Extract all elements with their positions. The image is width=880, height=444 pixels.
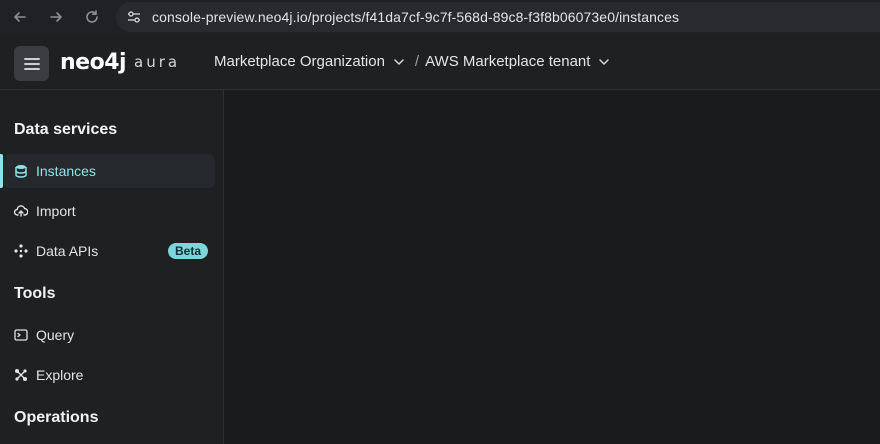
sidebar-item-label: Query [36,327,75,343]
tune-icon[interactable] [126,9,142,25]
arrow-left-icon[interactable] [10,7,30,27]
breadcrumb-organization[interactable]: Marketplace Organization [214,53,385,70]
chevron-down-icon[interactable] [598,56,610,68]
breadcrumb: Marketplace Organization / AWS Marketpla… [214,53,610,70]
sidebar-item-import[interactable]: Import [4,194,215,228]
active-indicator [0,154,3,188]
graph-nodes-icon [14,244,28,258]
reload-icon[interactable] [82,7,102,27]
sidebar-item-explore[interactable]: Explore [4,358,215,392]
section-title-data-services: Data services [14,121,118,138]
logo-main-text: neo4j [60,49,127,75]
sidebar-item-label: Data APIs [36,243,99,259]
sidebar-item-query[interactable]: Query [4,318,215,352]
sidebar-item-label: Explore [36,367,84,383]
section-title-tools: Tools [14,285,56,302]
chevron-down-icon[interactable] [393,56,405,68]
section-title-operations: Operations [14,409,99,426]
browser-toolbar: console-preview.neo4j.io/projects/f41da7… [0,0,880,34]
database-icon [14,164,28,178]
sidebar-item-data-apis[interactable]: Data APIs Beta [4,234,215,268]
arrow-right-icon[interactable] [46,7,66,27]
neo4j-aura-logo[interactable]: neo4j aura [60,49,181,75]
explore-graph-icon [14,368,28,382]
breadcrumb-separator: / [414,53,420,70]
hamburger-icon [23,57,40,70]
sidebar: Data services Instances Import Data APIs… [0,90,224,444]
sidebar-item-label: Instances [36,163,96,179]
cloud-upload-icon [14,204,28,218]
breadcrumb-tenant[interactable]: AWS Marketplace tenant [425,53,590,70]
address-bar[interactable]: console-preview.neo4j.io/projects/f41da7… [116,2,880,32]
main-content [225,90,880,444]
beta-badge: Beta [167,243,208,259]
app-header: neo4j aura Marketplace Organization / AW… [0,34,880,90]
terminal-icon [14,328,28,342]
sidebar-item-label: Import [36,203,76,219]
url-text[interactable]: console-preview.neo4j.io/projects/f41da7… [152,9,679,25]
hamburger-menu-button[interactable] [14,46,49,81]
logo-sub-text: aura [134,53,181,71]
sidebar-item-instances[interactable]: Instances [4,154,215,188]
